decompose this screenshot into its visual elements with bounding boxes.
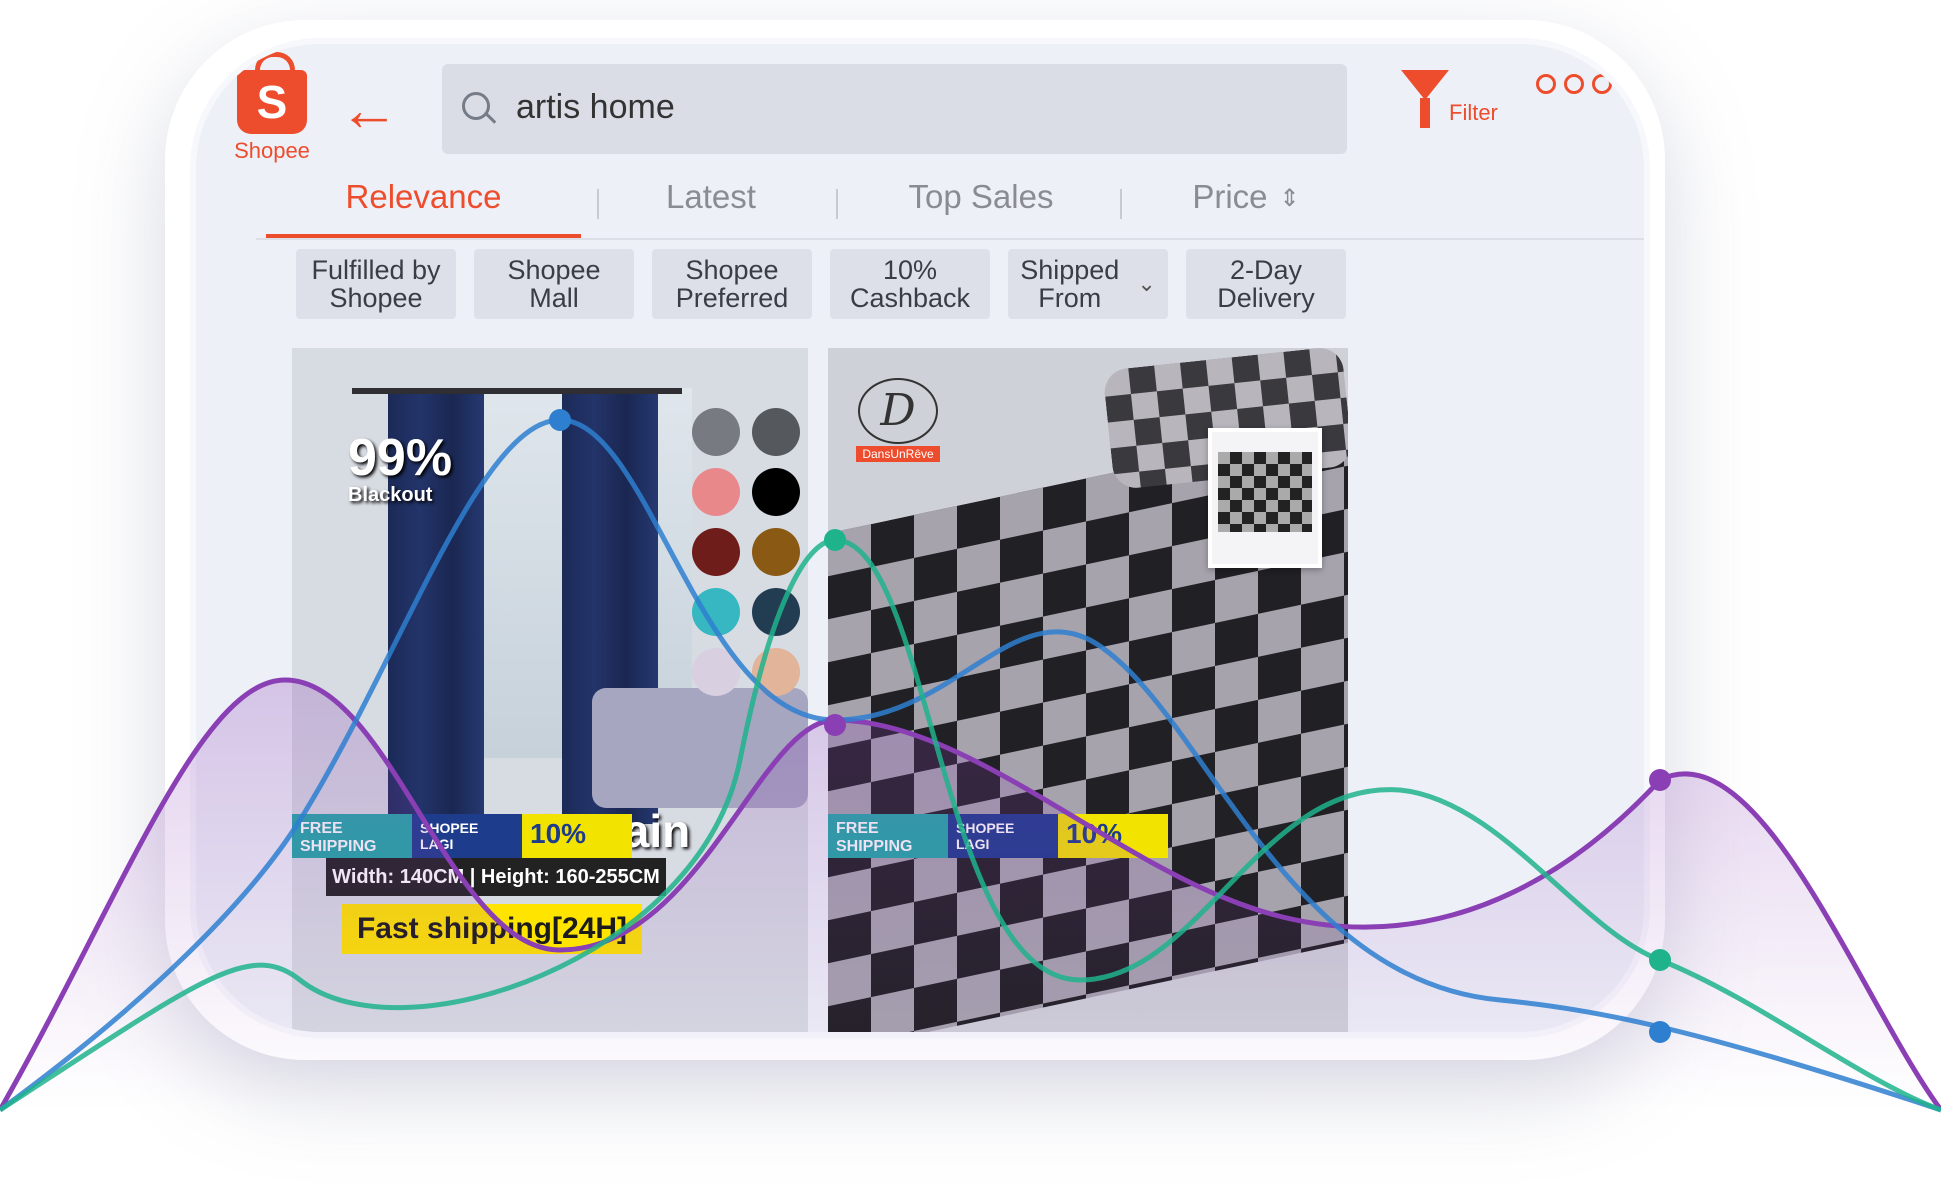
chip-shipped-from[interactable]: Shipped From ⌄ <box>1008 249 1168 319</box>
chip-line: 10% <box>882 255 938 285</box>
tab-price[interactable]: Price ⇕ <box>1136 154 1356 240</box>
chip-fulfilled-by-shopee[interactable]: Fulfilled by Shopee <box>296 249 456 319</box>
chevron-down-icon: ⌄ <box>1137 271 1156 296</box>
chip-cashback[interactable]: 10% Cashback <box>830 249 990 319</box>
funnel-icon <box>1401 70 1468 129</box>
chip-line: Delivery <box>1217 283 1315 313</box>
chip-2-day-delivery[interactable]: 2-Day Delivery <box>1186 249 1346 319</box>
blackout-label: Blackout <box>348 484 433 506</box>
tab-relevance[interactable]: Relevance <box>266 154 581 240</box>
promo-badges: FREE SHIPPING SHOPEE LAGI 10% <box>828 814 1348 858</box>
shopee-lagi-badge: SHOPEE LAGI <box>948 814 1058 858</box>
color-swatch <box>692 588 740 636</box>
shipping-banner: Fast shipping[24H] <box>342 904 642 954</box>
sort-tabs: Relevance Latest Top Sales Price ⇕ <box>266 154 1366 242</box>
tab-separator <box>597 189 599 219</box>
chip-line: Shipped <box>1020 255 1120 285</box>
chip-line: Preferred <box>675 283 789 313</box>
brand-name: DansUnRêve <box>856 446 940 462</box>
color-swatch <box>692 528 740 576</box>
more-dots-icon[interactable] <box>1536 74 1612 94</box>
shopee-logo[interactable]: S Shopee <box>222 52 322 164</box>
sort-arrows-icon: ⇕ <box>1279 185 1300 213</box>
chip-line: Shopee <box>507 255 601 285</box>
color-swatch <box>752 468 800 516</box>
color-swatch <box>692 468 740 516</box>
chip-line: Fulfilled by <box>311 255 441 285</box>
chip-line: From <box>1038 283 1102 313</box>
blue-point <box>1649 1021 1671 1043</box>
tab-separator <box>1120 189 1122 219</box>
color-swatch <box>752 648 800 696</box>
blackout-percent: 99% <box>348 429 453 487</box>
free-shipping-badge: FREE SHIPPING <box>828 814 948 858</box>
inset-photo <box>1208 428 1322 568</box>
arrow-left-icon[interactable]: ← <box>334 80 404 142</box>
color-swatch <box>692 408 740 456</box>
chip-shopee-preferred[interactable]: Shopee Preferred <box>652 249 812 319</box>
product-grid: 99% Blackout Grommet Curtain Width: 140C… <box>256 338 1644 1032</box>
active-tab-indicator <box>266 234 581 238</box>
brand-logo: D DansUnRêve <box>848 378 948 464</box>
color-swatch <box>752 588 800 636</box>
chip-line: Cashback <box>849 283 971 313</box>
product-card[interactable]: D DansUnRêve FREE SHIPPING SHOPEE LAGI 1… <box>828 348 1348 1032</box>
cashback-badge: 10% <box>1058 814 1168 858</box>
filter-button[interactable]: Filter <box>1401 66 1511 136</box>
tab-top-sales[interactable]: Top Sales <box>836 154 1126 240</box>
size-banner: Width: 140CM | Height: 160-255CM <box>326 858 666 896</box>
tab-separator <box>836 189 838 219</box>
phone-frame: S Shopee ← artis home Filter Relevance L… <box>190 38 1650 1038</box>
chip-line: 2-Day <box>1229 255 1303 285</box>
brand-monogram: D <box>858 378 938 444</box>
color-swatch <box>752 528 800 576</box>
chip-line: Shopee <box>329 283 423 313</box>
free-shipping-badge: FREE SHIPPING <box>292 814 412 858</box>
sofa-shape <box>592 688 808 808</box>
color-swatch <box>752 408 800 456</box>
chip-shopee-mall[interactable]: Shopee Mall <box>474 249 634 319</box>
shopee-lagi-badge: SHOPEE LAGI <box>412 814 522 858</box>
shopping-bag-icon: S <box>237 52 307 134</box>
search-bar[interactable]: artis home <box>442 64 1347 154</box>
cashback-badge: 10% <box>522 814 632 858</box>
color-swatch <box>692 648 740 696</box>
filter-chips: Fulfilled by Shopee Shopee Mall Shopee Pref… <box>296 249 1606 339</box>
search-input[interactable]: artis home <box>516 88 1216 127</box>
tab-latest[interactable]: Latest <box>596 154 826 240</box>
search-icon <box>462 92 490 120</box>
product-card[interactable]: 99% Blackout Grommet Curtain Width: 140C… <box>292 348 808 1032</box>
chip-line: Mall <box>529 283 579 313</box>
chip-line: Shopee <box>685 255 779 285</box>
promo-badges: FREE SHIPPING SHOPEE LAGI 10% <box>292 814 808 858</box>
tab-price-label: Price <box>1192 178 1268 215</box>
filter-label: Filter <box>1449 100 1498 125</box>
